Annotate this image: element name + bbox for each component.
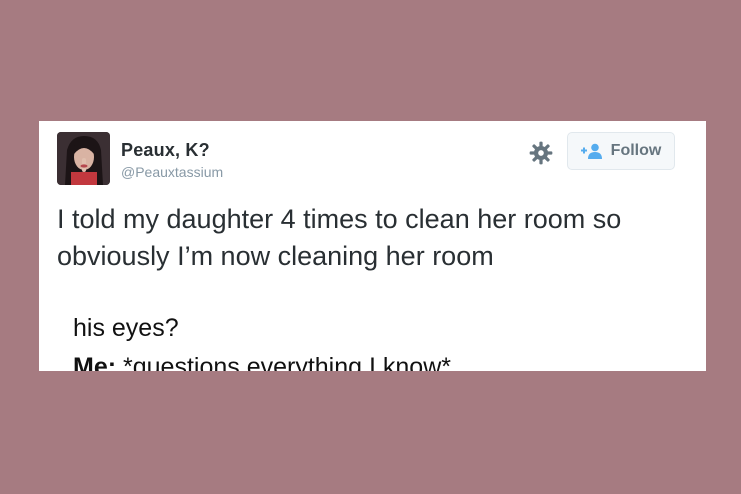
user-handle[interactable]: @Peauxtassium [121,164,223,180]
avatar-photo-icon [57,132,110,185]
tweet-text: I told my daughter 4 times to clean her … [57,204,622,271]
display-name[interactable]: Peaux, K? [121,140,210,161]
follow-label: Follow [610,142,662,159]
tweet-card: Peaux, K? @Peauxtassium Follow I told my… [39,121,706,371]
overlay-speaker-text: *questions everything I know* [116,353,451,371]
follow-button[interactable]: Follow [567,132,675,170]
gear-icon[interactable] [528,140,554,166]
add-user-icon [580,143,603,159]
avatar[interactable] [57,132,110,185]
overlay-text-line-2: Me: *questions everything I know* [73,353,451,371]
overlay-text-line-1: his eyes? [73,314,179,342]
overlay-speaker-label: Me: [73,353,117,371]
